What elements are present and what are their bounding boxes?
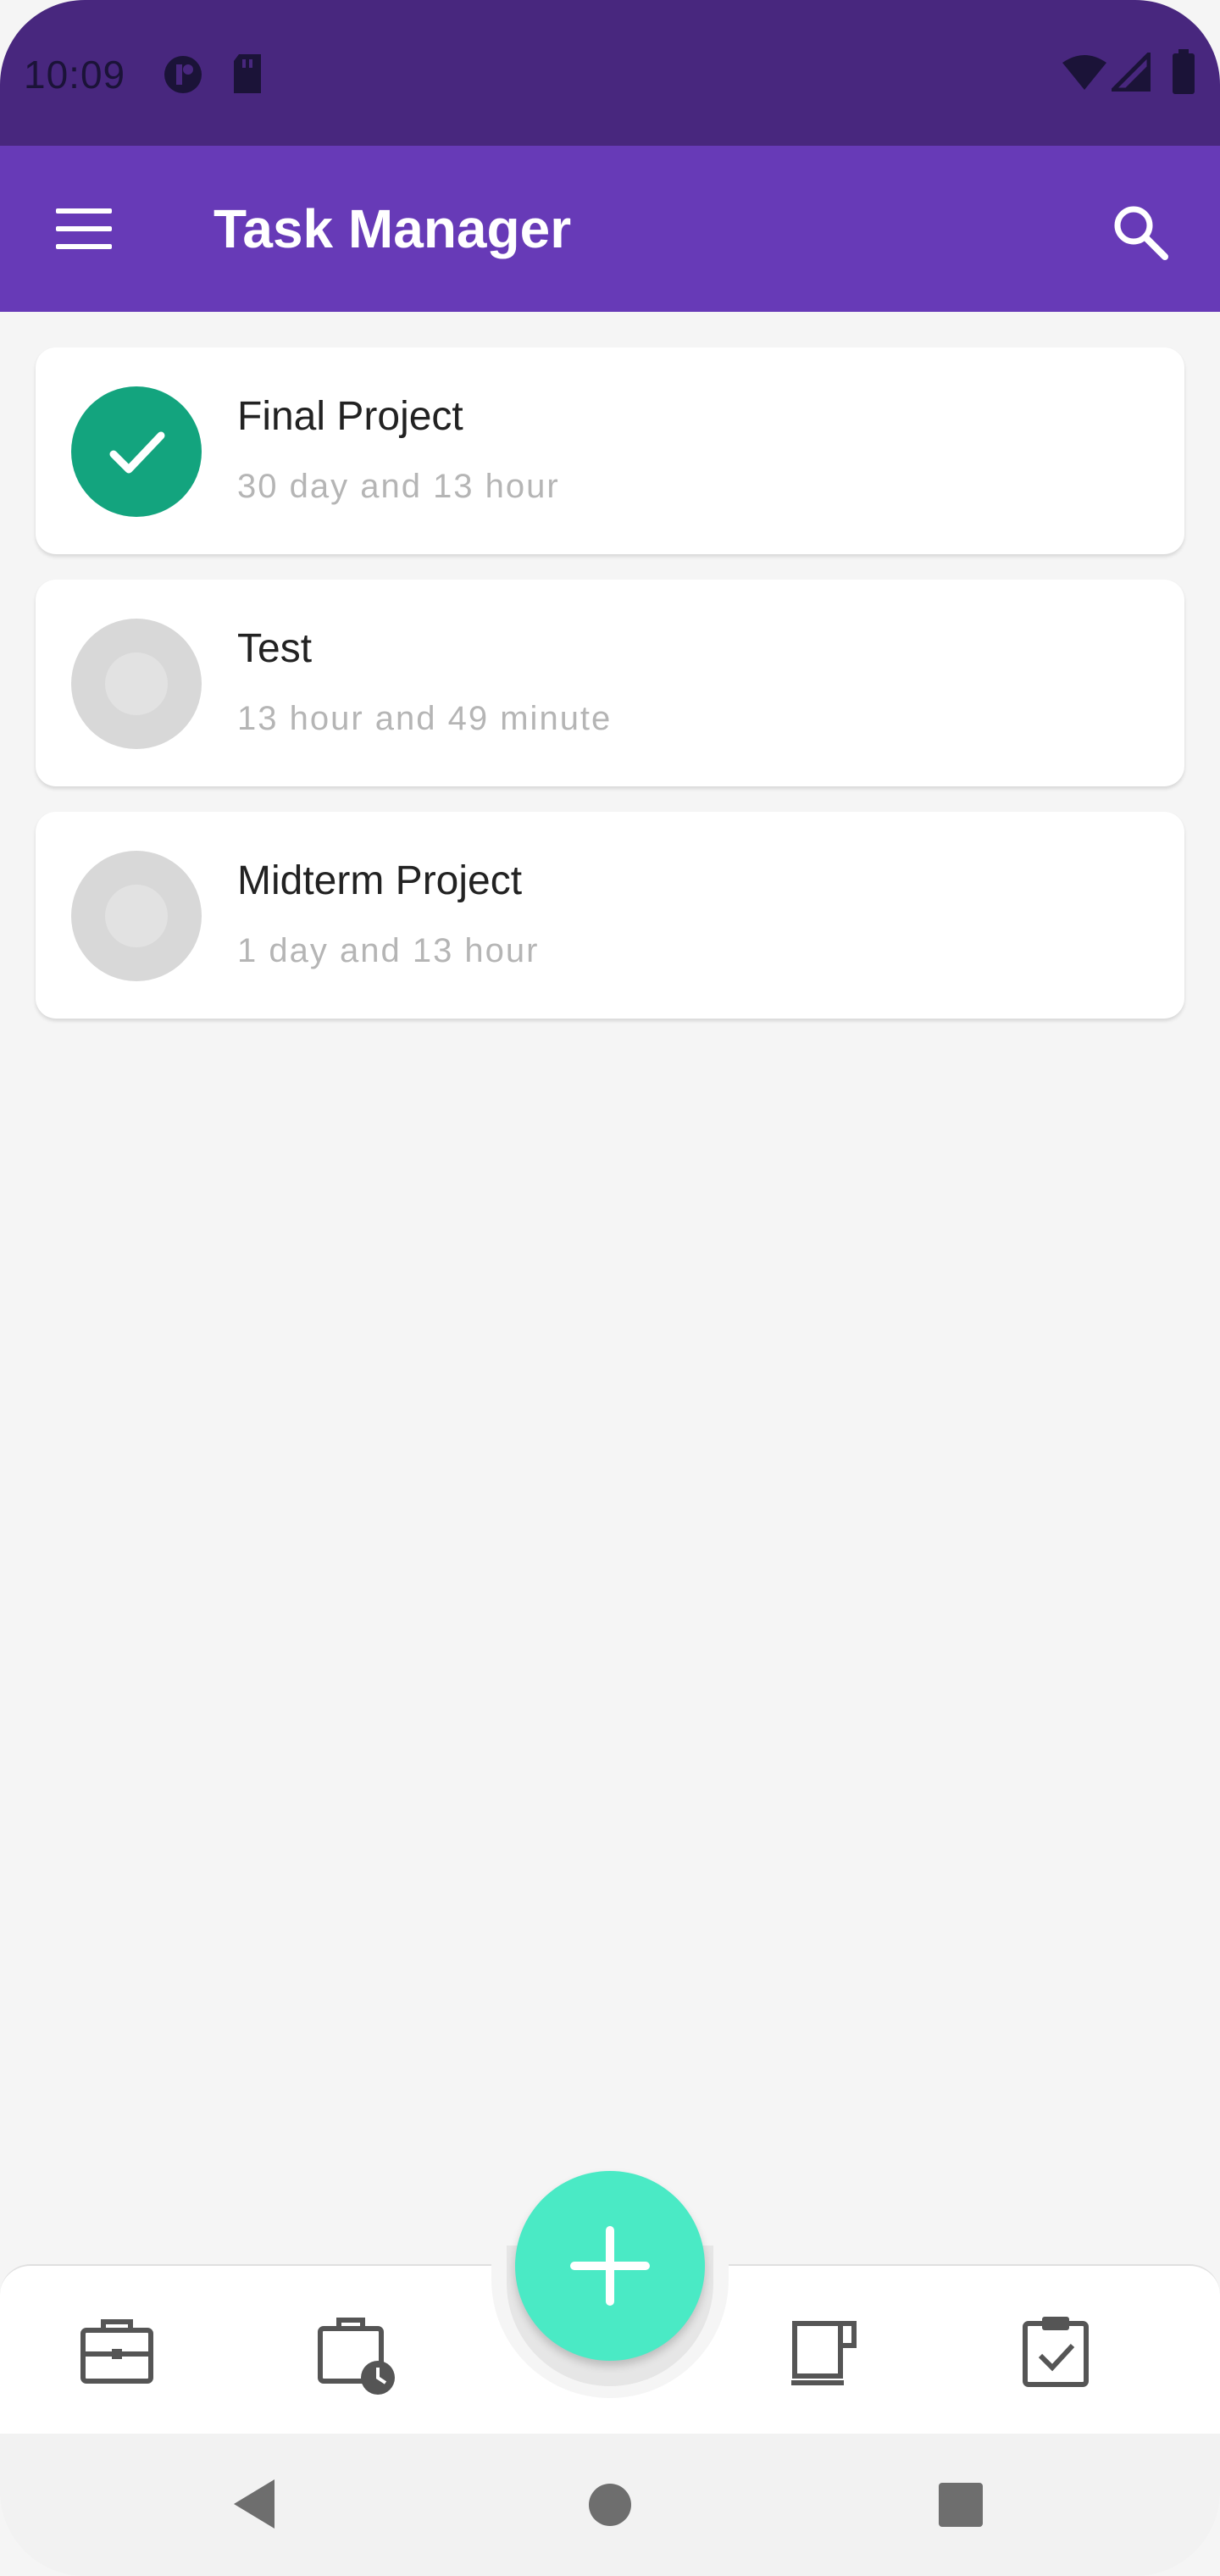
task-complete-toggle[interactable] xyxy=(71,851,202,981)
nav-completed-button[interactable] xyxy=(1005,2298,1106,2400)
check-icon xyxy=(109,431,165,474)
nav-deadline-button[interactable] xyxy=(302,2298,403,2400)
task-complete-toggle[interactable] xyxy=(71,619,202,749)
coffee-cup-icon xyxy=(791,2321,857,2385)
menu-icon xyxy=(56,208,112,249)
clipboard-check-icon xyxy=(1023,2317,1089,2387)
briefcase-icon xyxy=(80,2319,153,2384)
status-bar: 10:09 xyxy=(0,0,1220,146)
task-title: Midterm Project xyxy=(237,858,523,903)
sd-card-icon xyxy=(234,54,261,93)
task-card[interactable]: Final Project 30 day and 13 hour xyxy=(36,347,1184,554)
task-title: Final Project xyxy=(237,394,463,439)
page-title: Task Manager xyxy=(214,198,572,259)
task-title: Test xyxy=(237,626,313,671)
task-time-remaining: 1 day and 13 hour xyxy=(237,932,540,969)
data-saver-icon xyxy=(164,56,202,93)
wifi-icon xyxy=(1062,55,1106,90)
plus-icon xyxy=(570,2226,650,2306)
battery-icon xyxy=(1173,49,1195,94)
menu-button[interactable] xyxy=(36,195,129,263)
back-icon[interactable] xyxy=(230,2478,278,2530)
task-time-remaining: 30 day and 13 hour xyxy=(237,468,560,505)
task-card[interactable]: Midterm Project 1 day and 13 hour xyxy=(36,812,1184,1019)
home-icon[interactable] xyxy=(588,2483,632,2527)
status-time: 10:09 xyxy=(24,53,126,97)
phone-screen: 10:09 Task Manager Final Project 30 day … xyxy=(0,0,1220,2576)
nav-break-button[interactable] xyxy=(773,2298,874,2400)
nav-work-button[interactable] xyxy=(66,2298,168,2400)
recents-icon[interactable] xyxy=(937,2481,984,2529)
unchecked-indicator xyxy=(105,885,168,947)
system-navigation-bar xyxy=(0,2434,1220,2576)
add-task-button[interactable] xyxy=(515,2171,705,2361)
task-time-remaining: 13 hour and 49 minute xyxy=(237,700,613,737)
search-button[interactable] xyxy=(1098,190,1183,275)
task-card[interactable]: Test 13 hour and 49 minute xyxy=(36,580,1184,786)
search-icon xyxy=(1114,206,1168,260)
task-complete-toggle[interactable] xyxy=(71,386,202,517)
app-bar: Task Manager xyxy=(0,146,1220,312)
unchecked-indicator xyxy=(105,652,168,715)
calendar-clock-icon xyxy=(318,2318,395,2395)
signal-icon xyxy=(1112,53,1151,92)
